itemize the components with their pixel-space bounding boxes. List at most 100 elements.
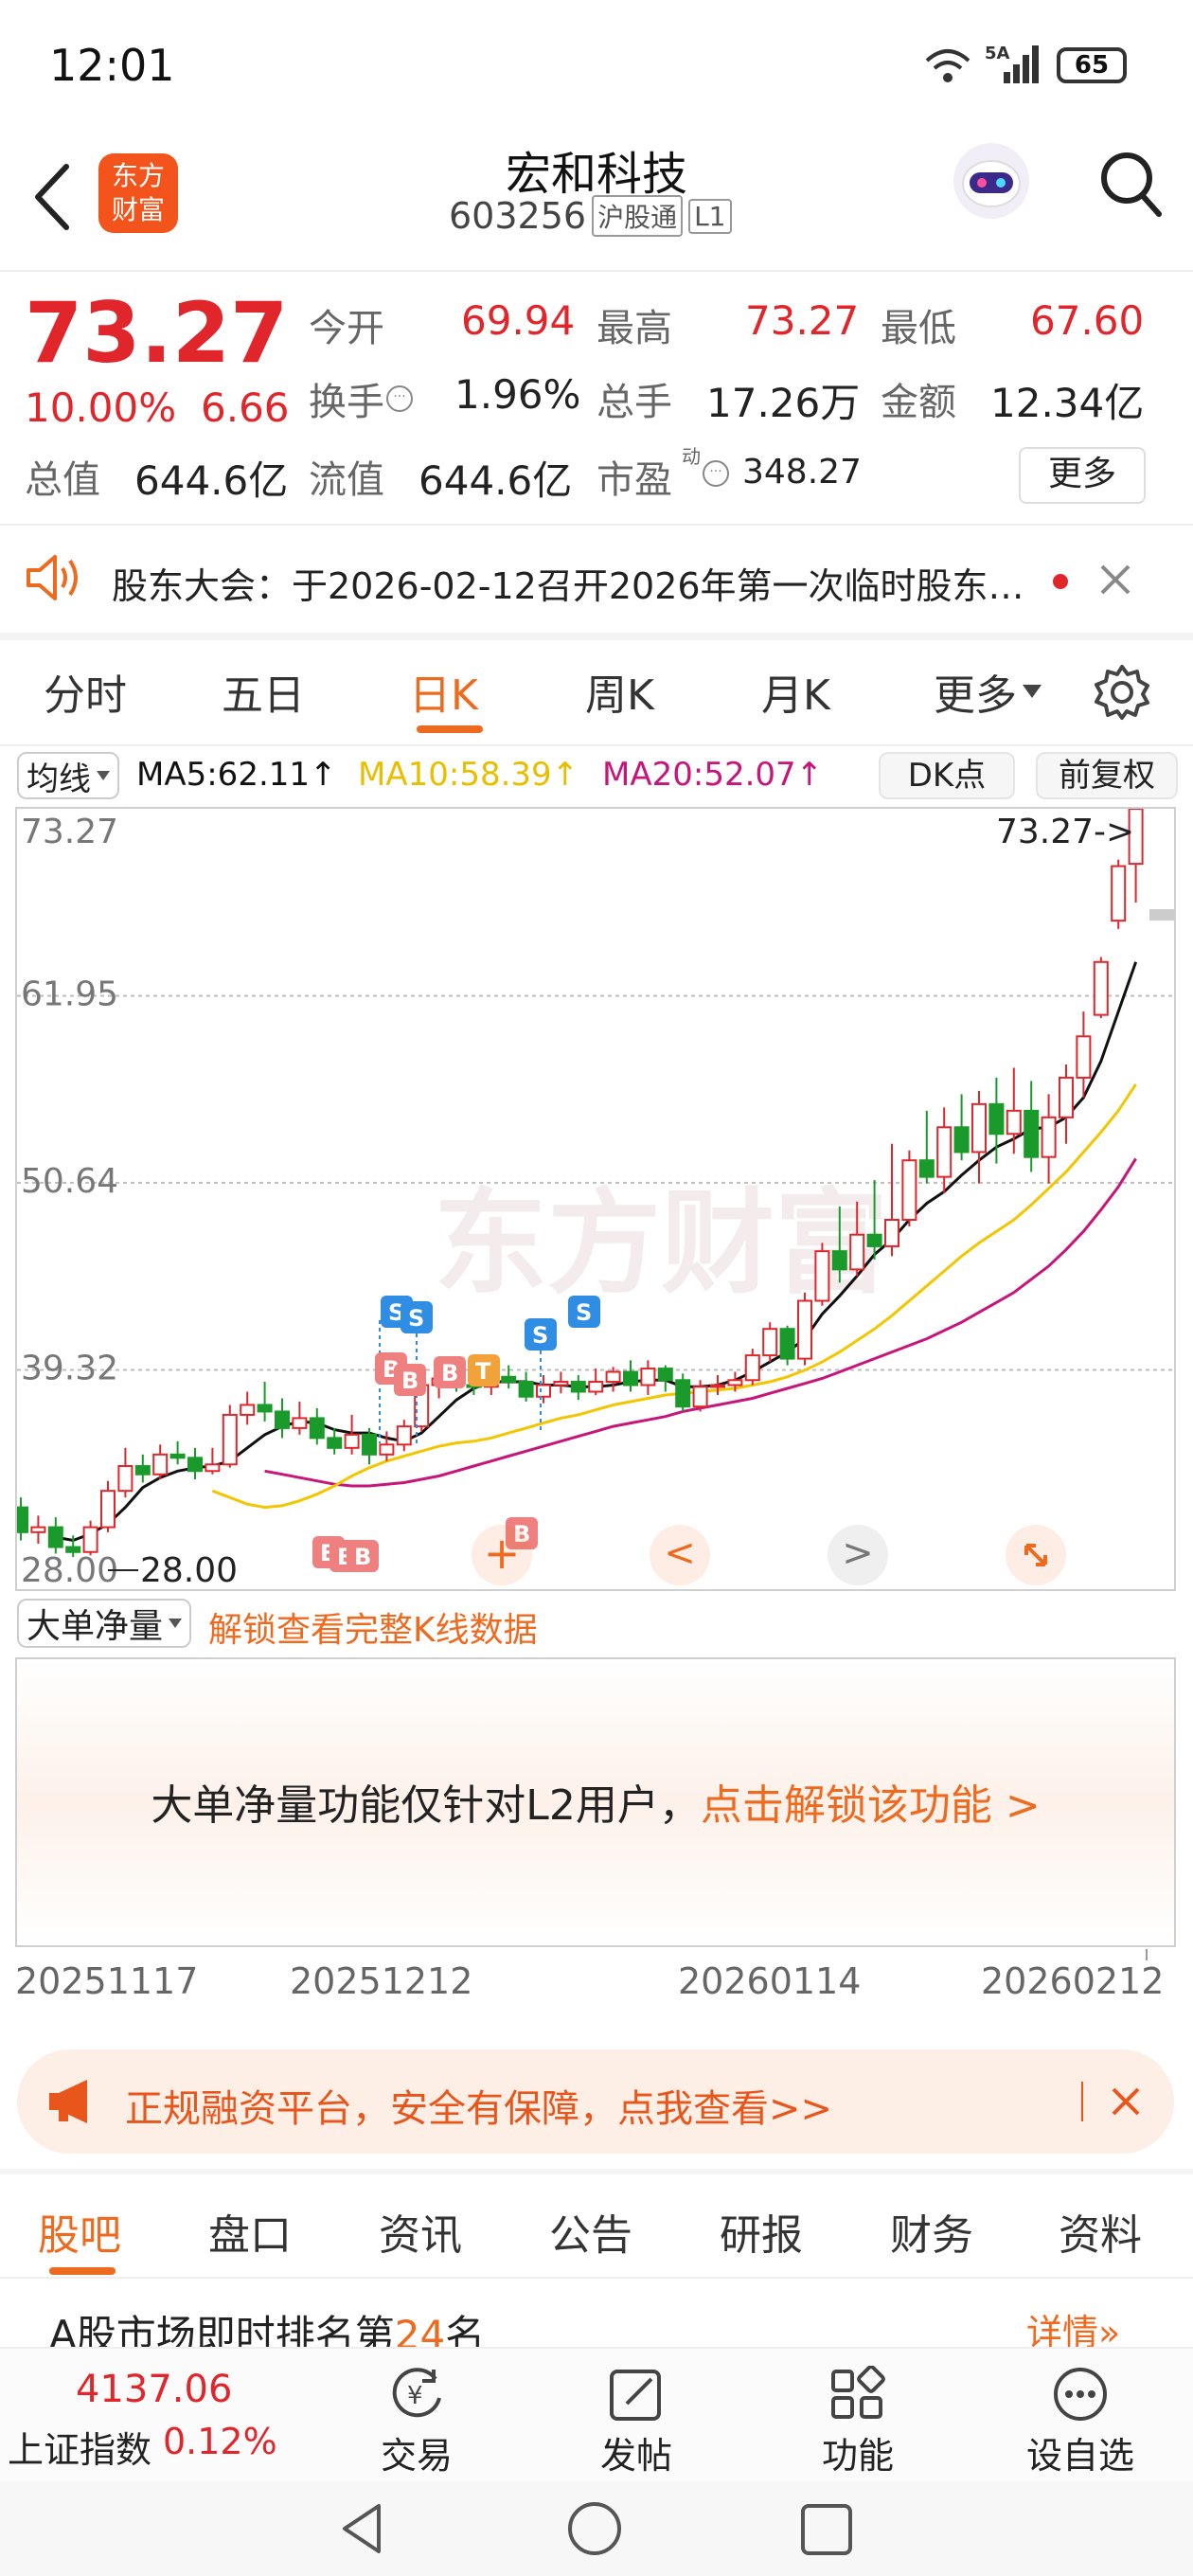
candle-body [134,1465,151,1476]
tab-research[interactable]: 研报 [720,2201,803,2262]
tab-intraday[interactable]: 分时 [44,661,127,722]
candle-body [518,1381,534,1398]
pe-sup: 动 [682,445,701,468]
low-value: 67.60 [1030,297,1145,344]
y-tick-label: 73.27 [21,813,118,851]
candle-body [501,1375,517,1384]
index-name[interactable]: 上证指数 [8,2421,151,2473]
rank-text: A股市场即时排名第24名 [49,2312,486,2347]
candle-body [483,1375,499,1388]
stock-code-row: 603256 沪股通 L1 [449,195,732,237]
amount-label: 金额 [881,381,956,424]
tab-announcements[interactable]: 公告 [549,2201,632,2262]
candle-body [988,1102,1005,1136]
battery-level: 65 [1074,51,1110,80]
candle-body [309,1417,325,1440]
close-icon[interactable] [1110,2085,1142,2121]
nav-back-icon[interactable] [335,2500,392,2561]
active-tab-underline [417,725,483,733]
big-order-panel[interactable]: 大单净量功能仅针对L2用户，点击解锁该功能 > [15,1657,1176,1947]
detail-link[interactable]: 详情» [1026,2303,1120,2347]
float-value: 644.6亿 [418,457,573,504]
ma20-value: MA20:52.07↑ [602,756,824,794]
index-value[interactable]: 4137.06 [76,2368,232,2411]
dk-point-button[interactable]: DK点 [879,752,1015,799]
tab-more[interactable]: 更多 [934,661,1042,722]
candle-body [901,1159,917,1222]
mktcap-label: 总值 [25,458,100,502]
turnover-label-group[interactable]: 换手 ··· [309,371,413,426]
kline-svg: 东方 财富 73.2761.9550.6439.3228.0073.27->28… [17,809,1174,1589]
adjust-button[interactable]: 前复权 [1036,752,1178,799]
tab-daily-k[interactable]: 日K [409,661,478,722]
x-axis-label: 20251117 [15,1960,199,2002]
rank-row[interactable]: A股市场即时排名第24名 详情» [0,2281,1193,2347]
amount-value: 12.34亿 [990,380,1145,426]
promo-text: 正规融资平台，安全有保障，点我查看>> [125,2087,833,2131]
quote-panel: 73.27 10.00% 6.66 今开 69.94 最高 73.27 最低 6… [0,273,1193,521]
nav-recents-icon[interactable] [795,2500,856,2565]
edit-icon [610,2370,661,2421]
fullscreen-icon[interactable] [1006,1525,1066,1585]
candle-body [692,1386,708,1408]
add-button[interactable]: + [472,1525,532,1585]
candle-body [971,1102,987,1154]
settings-gear-icon[interactable] [1093,663,1151,725]
stock-code: 603256 [449,195,587,237]
trade-label: 交易 [380,2435,453,2477]
chevron-right-icon[interactable]: > [828,1525,888,1585]
svg-text:¥: ¥ [407,2382,423,2410]
candle-body [918,1159,935,1178]
chevron-left-icon[interactable]: < [650,1525,710,1585]
big-order-select[interactable]: 大单净量 [17,1599,192,1648]
candle-body [257,1404,273,1413]
close-icon[interactable] [1096,561,1134,602]
tab-pankou[interactable]: 盘口 [208,2201,292,2262]
pe-value: 348.27 [742,453,862,492]
tab-guba[interactable]: 股吧 [38,2201,121,2262]
unlock-feature-link[interactable]: 点击解锁该功能 > [701,1781,1041,1830]
tab-monthly-k[interactable]: 月K [761,661,830,722]
promo-banner[interactable]: 正规融资平台，安全有保障，点我查看>> [17,2049,1174,2154]
tab-finance[interactable]: 财务 [890,2201,973,2262]
robot-avatar[interactable] [947,136,1036,229]
trade-button[interactable]: ¥ 交易 [369,2366,464,2478]
change-percent: 10.00% [25,385,177,431]
watermark: 东方 [434,1178,661,1310]
mktcap-value: 644.6亿 [134,457,289,504]
candle-body [797,1299,812,1360]
add-watchlist-button[interactable]: 设自选 [1019,2366,1142,2478]
yen-cycle-icon: ¥ [392,2368,441,2418]
tab-news[interactable]: 资讯 [379,2201,462,2262]
tab-profile[interactable]: 资料 [1059,2201,1142,2262]
candle-body [623,1370,638,1386]
tab-weekly-k[interactable]: 周K [585,661,654,722]
turnover-value: 1.96% [454,371,581,418]
search-icon[interactable] [1096,146,1165,225]
candle-body [379,1443,395,1456]
candle-body [1024,1109,1040,1158]
candle-body [588,1381,604,1393]
candle-body [152,1453,169,1476]
x-axis-label: 20260114 [678,1960,862,2002]
indicator-select[interactable]: 均线 [17,752,119,799]
notice-bar[interactable]: 股东大会：于2026-02-12召开2026年第一次临时股东… [0,527,1193,633]
info-dots-icon[interactable]: ··· [703,460,729,487]
unlock-kline-link[interactable]: 解锁查看完整K线数据 [208,1602,538,1652]
dropdown-arrow-icon [97,771,110,780]
features-label: 功能 [821,2435,894,2477]
tag-level: L1 [688,198,732,234]
battery-icon: 65 [1057,47,1127,83]
nav-home-icon[interactable] [564,2500,625,2565]
candle-body [936,1126,953,1178]
indicator-label: 均线 [27,760,91,798]
features-button[interactable]: 功能 [810,2365,905,2478]
more-button[interactable]: 更多 [1019,447,1146,504]
system-nav-bar [0,2481,1193,2576]
kline-chart[interactable]: 东方 财富 73.27 61.95 50.64 39.32 28.00 73.27-> 28… [15,807,1176,1591]
y-tick-label: 28.00 [21,1551,118,1589]
candle-body [205,1463,221,1473]
post-button[interactable]: 发帖 [589,2366,684,2478]
ma5-value: MA5:62.11↑ [136,756,337,794]
tab-five-day[interactable]: 五日 [222,661,305,722]
